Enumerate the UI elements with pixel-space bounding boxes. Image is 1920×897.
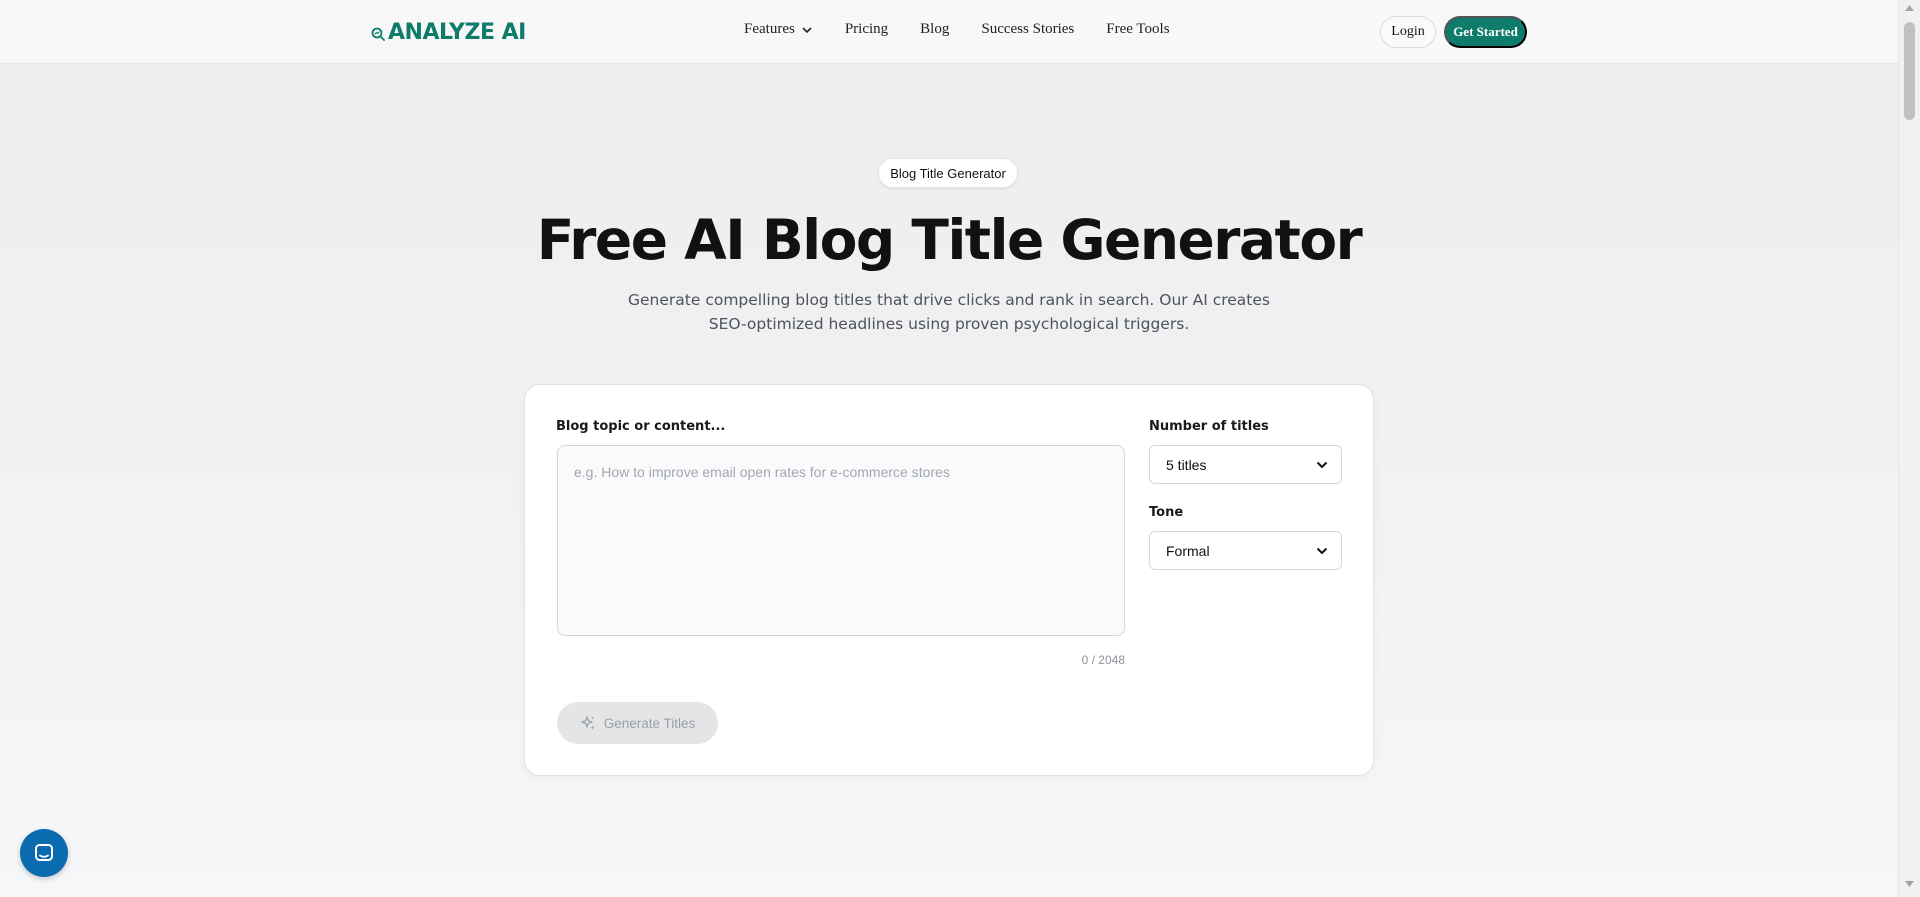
scrollbar-thumb[interactable] xyxy=(1904,22,1915,120)
chevron-down-icon xyxy=(1316,547,1328,555)
page-scrollbar[interactable] xyxy=(1898,0,1920,897)
nav-item-success-stories[interactable]: Success Stories xyxy=(981,21,1074,38)
magnifier-chart-icon xyxy=(371,27,385,41)
scroll-up-arrow-icon[interactable] xyxy=(1904,4,1915,12)
topic-label: Blog topic or content... xyxy=(556,419,726,434)
sparkles-icon xyxy=(581,716,595,730)
tone-select[interactable]: Formal xyxy=(1149,531,1342,570)
char-counter: 0 / 2048 xyxy=(1081,653,1125,667)
login-button[interactable]: Login xyxy=(1380,16,1436,48)
topic-input[interactable] xyxy=(557,445,1125,636)
generate-titles-button[interactable]: Generate Titles xyxy=(557,702,718,744)
chevron-down-icon xyxy=(802,26,812,33)
chevron-down-icon xyxy=(1316,461,1328,469)
page-subtitle: Generate compelling blog titles that dri… xyxy=(628,291,1270,333)
nav-item-blog[interactable]: Blog xyxy=(920,21,949,38)
brand-name: ANALYZE AI xyxy=(388,19,526,45)
nav-item-label: Success Stories xyxy=(981,21,1075,37)
page-title: Free AI Blog Title Generator xyxy=(536,208,1363,272)
main-nav: Features Pricing Blog Success Stories Fr… xyxy=(744,21,1202,38)
tone-label: Tone xyxy=(1149,505,1184,520)
generate-button-label: Generate Titles xyxy=(603,715,696,731)
brand-logo[interactable]: ANALYZE AI xyxy=(371,18,526,46)
nav-item-features[interactable]: Features xyxy=(744,21,813,38)
nav-item-label: Free Tools xyxy=(1106,21,1170,37)
get-started-button[interactable]: Get Started xyxy=(1444,16,1527,48)
title-count-select[interactable]: 5 titles xyxy=(1149,445,1342,484)
nav-item-free-tools[interactable]: Free Tools xyxy=(1106,21,1169,38)
chat-launcher-button[interactable] xyxy=(20,829,68,877)
tone-value: Formal xyxy=(1166,542,1210,559)
tool-badge: Blog Title Generator xyxy=(878,158,1018,188)
scroll-down-arrow-icon[interactable] xyxy=(1904,880,1915,888)
count-label: Number of titles xyxy=(1149,419,1269,434)
nav-item-label: Pricing xyxy=(844,21,889,37)
site-header: ANALYZE AI Features Pricing Blog Success… xyxy=(0,0,1898,64)
generator-card: Blog topic or content... 0 / 2048 Genera… xyxy=(524,384,1374,776)
chat-bubble-icon xyxy=(35,844,53,861)
nav-item-label: Features xyxy=(744,21,795,37)
nav-item-label: Blog xyxy=(920,21,950,37)
nav-item-pricing[interactable]: Pricing xyxy=(845,21,888,38)
title-count-value: 5 titles xyxy=(1166,456,1207,473)
